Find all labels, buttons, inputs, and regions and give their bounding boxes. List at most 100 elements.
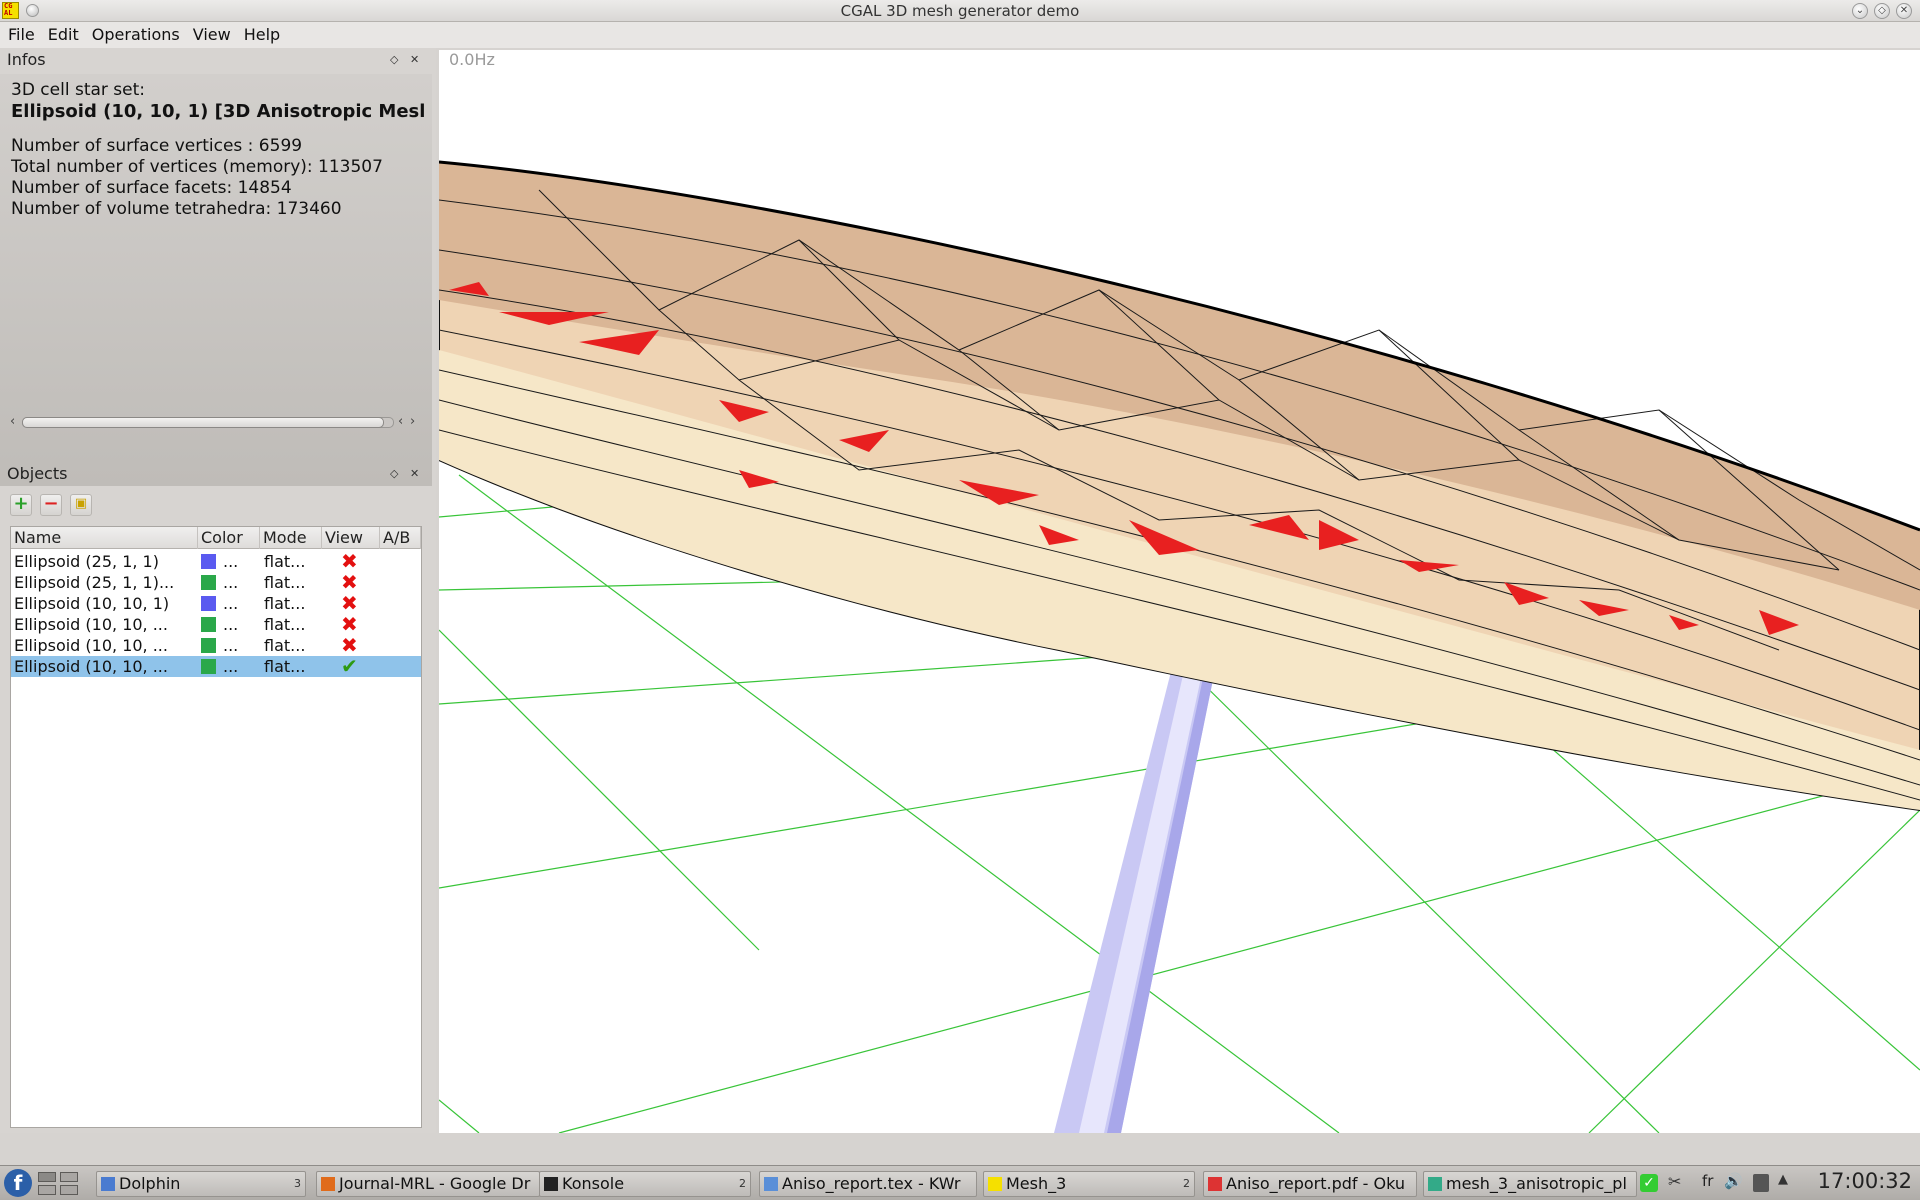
table-row[interactable]: Ellipsoid (25, 1, 1)...... flat... ✖ [11,572,421,593]
render-mode[interactable]: flat... [264,593,305,614]
infos-title: Infos [7,50,46,69]
color-label[interactable]: ... [223,656,238,677]
color-swatch[interactable] [201,575,216,590]
column-ab[interactable]: A/B [380,527,421,549]
task-label: Journal-MRL - Google Dr [339,1174,531,1193]
color-swatch[interactable] [201,554,216,569]
color-label[interactable]: ... [223,635,238,656]
task-count: 3 [294,1177,301,1190]
desktop-pager-icon[interactable] [60,1185,78,1195]
menu-edit[interactable]: Edit [43,22,84,48]
taskbar-task[interactable]: Aniso_report.pdf - Oku [1203,1171,1417,1197]
column-mode[interactable]: Mode [260,527,322,549]
objects-table: Name Color Mode View A/B Ellipsoid (25, … [10,526,422,1128]
object-name: Ellipsoid (25, 1, 1) [14,552,159,571]
task-label: Mesh_3 [1006,1174,1067,1193]
color-label[interactable]: ... [223,614,238,635]
object-name: Ellipsoid (25, 1, 1)... [14,573,175,592]
hidden-x-icon[interactable]: ✖ [341,593,358,613]
color-label[interactable]: ... [223,551,238,572]
menu-view[interactable]: View [188,22,236,48]
infos-object-name: Ellipsoid (10, 10, 1) [3D Anisotropic Me… [11,101,426,122]
color-label[interactable]: ... [223,593,238,614]
tray-expand-icon[interactable]: ▲ [1778,1172,1788,1187]
hidden-x-icon[interactable]: ✖ [341,551,358,571]
hidden-x-icon[interactable]: ✖ [341,572,358,592]
taskbar-task[interactable]: mesh_3_anisotropic_pl [1423,1171,1637,1197]
taskbar-task[interactable]: Aniso_report.tex - KWr [759,1171,977,1197]
fedora-menu-icon[interactable]: f [4,1169,32,1197]
float-icon[interactable]: ◇ [390,48,398,72]
objects-title: Objects [7,464,68,483]
desktop-pager-icon[interactable] [60,1172,78,1182]
infos-dock-title: Infos ◇ ✕ [0,48,432,72]
color-label[interactable]: ... [223,572,238,593]
task-count: 2 [1183,1177,1190,1190]
taskbar-task[interactable]: Mesh_3 2 [983,1171,1195,1197]
visible-check-icon[interactable]: ✔ [341,656,358,676]
taskbar-task[interactable]: Journal-MRL - Google Dr [316,1171,540,1197]
color-swatch[interactable] [201,659,216,674]
render-mode[interactable]: flat... [264,614,305,635]
menu-file[interactable]: File [3,22,40,48]
infos-stat-line: Number of surface vertices : 6599 [11,136,303,156]
infos-panel: 3D cell star set: Ellipsoid (10, 10, 1) … [0,74,432,486]
desktop-pager-icon[interactable] [38,1185,56,1195]
cgal-icon [988,1177,1002,1191]
desktop-pager-icon[interactable] [38,1172,56,1182]
render-mode[interactable]: flat... [264,656,305,677]
app-icon [1428,1177,1442,1191]
close-icon[interactable]: ✕ [410,48,419,72]
infos-stat-line: Number of surface facets: 14854 [11,178,292,198]
task-label: Dolphin [119,1174,181,1193]
close-icon[interactable]: ✕ [410,462,419,486]
add-object-button[interactable]: + [10,494,32,516]
clock[interactable]: 17:00:32 [1818,1169,1912,1193]
taskbar-task[interactable]: Dolphin 3 [96,1171,306,1197]
scroll-right-icon[interactable]: › [410,414,415,429]
float-icon[interactable]: ◇ [390,462,398,486]
column-name[interactable]: Name [11,527,198,549]
battery-icon[interactable] [1753,1174,1769,1192]
maximize-icon[interactable]: ◇ [1874,3,1890,19]
infos-stat-line: Total number of vertices (memory): 11350… [11,157,383,177]
color-swatch[interactable] [201,617,216,632]
hidden-x-icon[interactable]: ✖ [341,614,358,634]
minimize-icon[interactable]: ⌄ [1852,3,1868,19]
infos-horizontal-scrollbar[interactable]: ‹ ‹ › [10,414,420,430]
task-count: 2 [739,1177,746,1190]
object-name: Ellipsoid (10, 10, ... [14,636,168,655]
table-row[interactable]: Ellipsoid (10, 10, 1)... flat... ✖ [11,593,421,614]
scroll-thumb[interactable] [22,417,384,428]
remove-object-button[interactable]: − [40,494,62,516]
render-mode[interactable]: flat... [264,551,305,572]
close-icon[interactable]: ✕ [1896,3,1912,19]
color-swatch[interactable] [201,596,216,611]
scissors-icon[interactable]: ✂ [1668,1172,1681,1191]
update-check-icon[interactable]: ✓ [1640,1174,1658,1192]
folder-icon[interactable]: ▣ [70,494,92,516]
3d-viewer[interactable]: 0.0Hz [439,50,1920,1133]
konsole-icon [544,1177,558,1191]
table-row[interactable]: Ellipsoid (25, 1, 1)... flat... ✖ [11,551,421,572]
column-color[interactable]: Color [198,527,260,549]
keyboard-layout[interactable]: fr [1702,1172,1713,1190]
scroll-left-icon[interactable]: ‹ [398,414,403,429]
menu-help[interactable]: Help [239,22,285,48]
table-row[interactable]: Ellipsoid (10, 10, ...... flat... ✖ [11,614,421,635]
scroll-left-icon[interactable]: ‹ [10,414,15,429]
hidden-x-icon[interactable]: ✖ [341,635,358,655]
mesh-scene[interactable] [439,50,1920,1133]
render-mode[interactable]: flat... [264,572,305,593]
column-view[interactable]: View [322,527,380,549]
menu-operations[interactable]: Operations [87,22,185,48]
table-row[interactable]: Ellipsoid (10, 10, ...... flat... ✖ [11,635,421,656]
volume-icon[interactable]: 🔊 [1724,1172,1743,1190]
table-row[interactable]: Ellipsoid (10, 10, ...... flat... ✔ [11,656,421,677]
infos-set-label: 3D cell star set: [11,80,146,100]
taskbar-task[interactable]: Konsole 2 [539,1171,751,1197]
render-mode[interactable]: flat... [264,635,305,656]
color-swatch[interactable] [201,638,216,653]
fps-counter: 0.0Hz [449,50,495,69]
dolphin-icon [101,1177,115,1191]
